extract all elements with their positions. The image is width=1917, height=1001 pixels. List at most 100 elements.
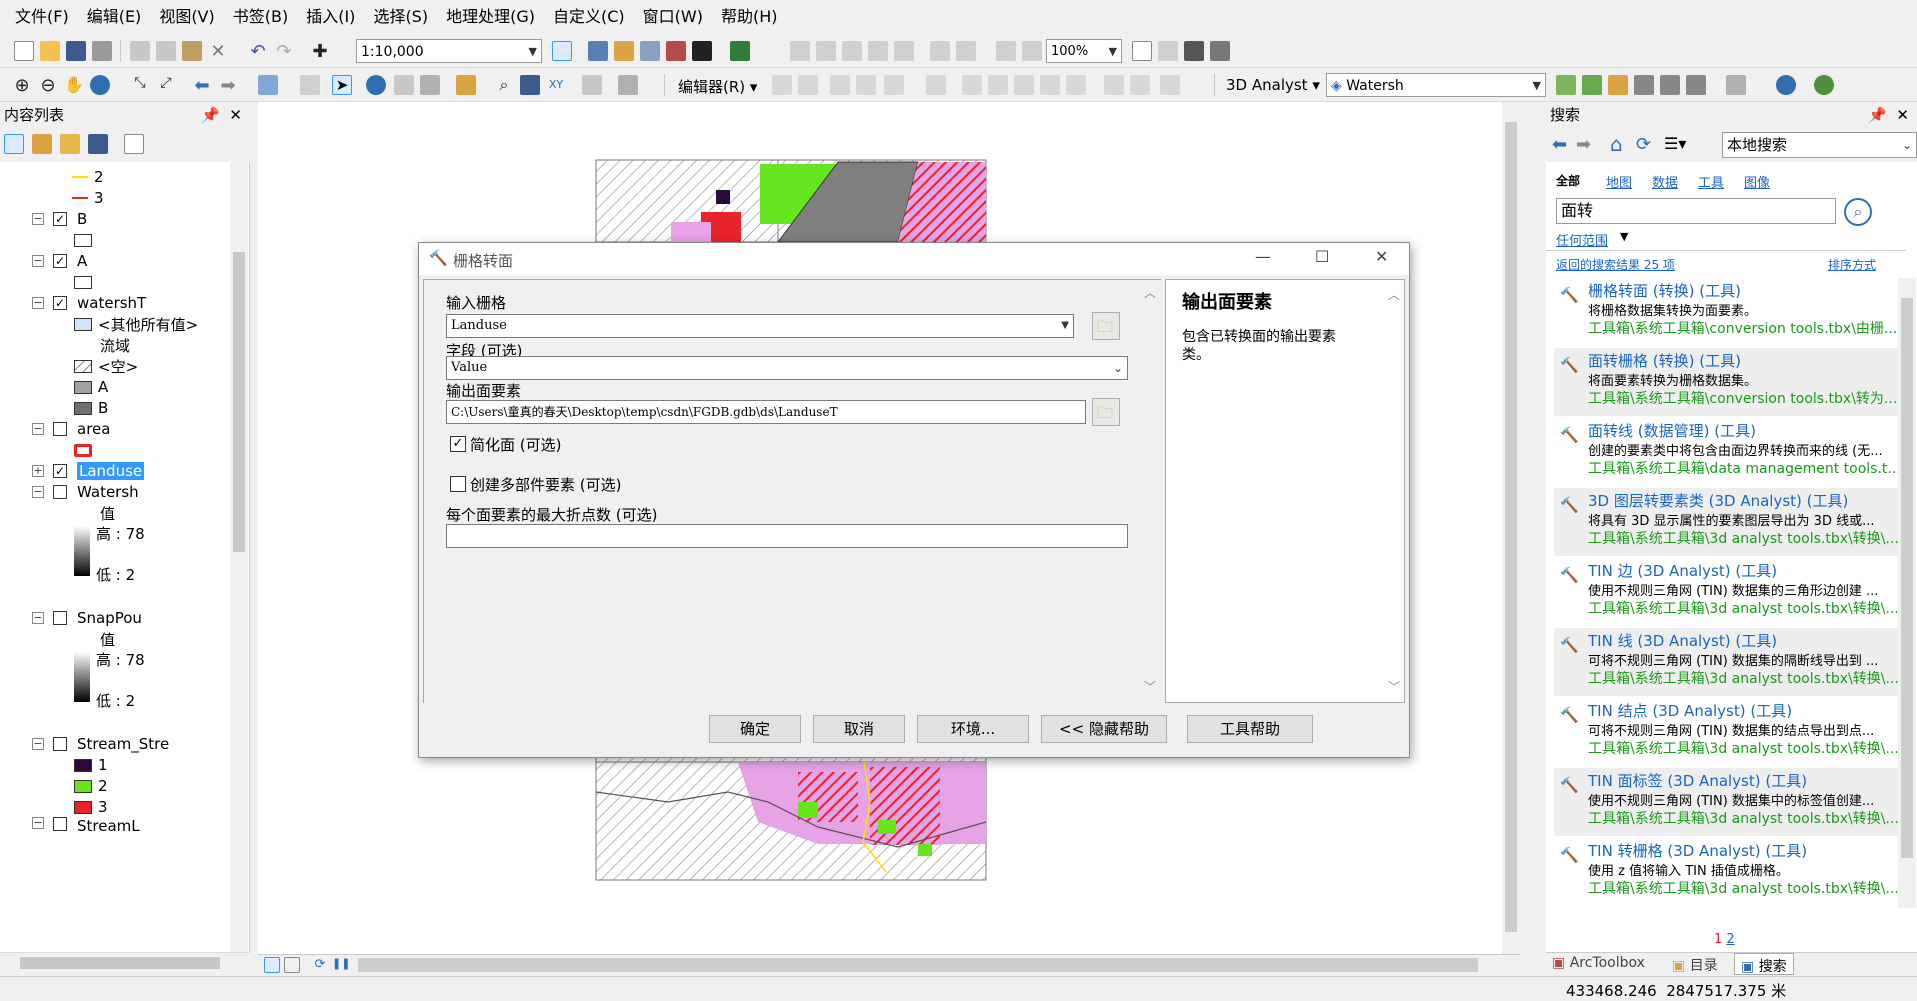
layer-visibility-checkbox[interactable]: ✓	[53, 254, 67, 268]
data-view-icon[interactable]	[264, 957, 280, 973]
back-arrow-icon[interactable]: ⬅	[192, 75, 212, 96]
layer-row[interactable]: − ✓ B	[32, 208, 87, 230]
end-point-arc-icon[interactable]	[856, 75, 876, 95]
close-icon[interactable]: ✕	[1375, 247, 1388, 266]
time-slider-icon[interactable]	[582, 75, 602, 95]
list-by-source-icon[interactable]	[32, 134, 52, 154]
layer-combobox[interactable]: ◈ Watersh ▼	[1326, 73, 1546, 97]
chevron-up-icon[interactable]: ︿	[1388, 286, 1400, 303]
results-count-link[interactable]: 返回的搜索结果 25 项	[1556, 256, 1675, 273]
tab-catalog[interactable]: ▣ 目录	[1672, 955, 1718, 975]
select-features-icon[interactable]	[258, 75, 278, 95]
attributes-icon[interactable]	[1104, 75, 1124, 95]
map-vertical-scrollbar[interactable]	[1502, 102, 1520, 954]
toc-options-icon[interactable]	[124, 134, 144, 154]
create-viewer-window-icon[interactable]	[618, 75, 638, 95]
scrollbar-thumb[interactable]	[233, 252, 245, 552]
measure-icon[interactable]	[456, 75, 476, 95]
pin-icon[interactable]: 📌	[201, 102, 220, 128]
layer-row[interactable]: − StreamL	[32, 817, 140, 831]
search-result-item[interactable]: 🔨 栅格转面 (转换) (工具) 将栅格数据集转换为面要素。 工具箱\系统工具箱\co…	[1554, 278, 1898, 346]
menu-customize[interactable]: 自定义(C)	[544, 0, 634, 34]
page-1[interactable]: 1	[1714, 932, 1722, 947]
print-icon[interactable]	[92, 41, 112, 61]
search-result-item[interactable]: 🔨 TIN 结点 (3D Analyst) (工具) 可将不规则三角网 (TIN) …	[1554, 698, 1898, 766]
table-icon[interactable]	[588, 41, 608, 61]
search-result-item[interactable]: 🔨 TIN 线 (3D Analyst) (工具) 可将不规则三角网 (TIN) 数…	[1554, 628, 1898, 696]
list-by-visibility-icon[interactable]	[60, 134, 80, 154]
arcglobe-icon[interactable]	[1814, 75, 1834, 95]
layer-visibility-checkbox[interactable]: ✓	[53, 464, 67, 478]
forward-arrow-icon[interactable]: ➡	[218, 75, 238, 96]
zoom-in-icon[interactable]: ⊕	[12, 75, 32, 96]
cut-icon[interactable]	[130, 41, 150, 61]
parameters-scrollbar[interactable]: ︿ ﹀	[1140, 280, 1160, 702]
menu-file[interactable]: 文件(F)	[6, 0, 78, 34]
fixed-zoom-in-icon[interactable]: ⤡	[130, 75, 150, 95]
options-menu-icon[interactable]: ☰▾	[1664, 134, 1686, 153]
layer-visibility-checkbox[interactable]	[53, 485, 67, 499]
new-document-icon[interactable]	[14, 41, 34, 61]
environments-button[interactable]: 环境...	[917, 715, 1029, 743]
menu-edit[interactable]: 编辑(E)	[78, 0, 151, 34]
list-by-selection-icon[interactable]	[88, 134, 108, 154]
focus-data-frame-icon[interactable]	[1158, 41, 1178, 61]
tool-help-button[interactable]: 工具帮助	[1187, 715, 1313, 743]
3d-analyst-menu-button[interactable]: 3D Analyst ▾	[1226, 76, 1320, 94]
map-horizontal-scrollbar[interactable]	[358, 958, 1478, 972]
menu-geoprocessing[interactable]: 地理处理(G)	[437, 0, 544, 34]
collapse-icon[interactable]: −	[32, 213, 44, 225]
search-result-item[interactable]: 🔨 TIN 边 (3D Analyst) (工具) 使用不规则三角网 (TIN) 数…	[1554, 558, 1898, 626]
layer-visibility-checkbox[interactable]	[53, 422, 67, 436]
arcscene-icon[interactable]	[1776, 75, 1796, 95]
select-elements-arrow-icon[interactable]: ➤	[332, 75, 352, 95]
menu-help[interactable]: 帮助(H)	[712, 0, 787, 34]
layer-row[interactable]: − area	[32, 418, 110, 440]
arctoolbox-icon[interactable]	[666, 41, 686, 61]
find-route-icon[interactable]	[520, 75, 540, 95]
scrollbar-thumb[interactable]	[20, 957, 220, 969]
undo-icon[interactable]: ↶	[248, 41, 268, 62]
interpolate-polygon-icon[interactable]	[1686, 75, 1706, 95]
straight-segment-icon[interactable]	[830, 75, 850, 95]
chevron-up-icon[interactable]: ︿	[1144, 284, 1156, 301]
any-extent-link[interactable]: 任何范围	[1556, 230, 1608, 249]
edit-tool-icon[interactable]	[772, 75, 792, 95]
browse-output-button[interactable]: 🗀	[1092, 398, 1120, 426]
search-result-item[interactable]: 🔨 TIN 转栅格 (3D Analyst) (工具) 使用 z 值将输入 TIN …	[1554, 838, 1898, 906]
collapse-icon[interactable]: −	[32, 486, 44, 498]
filter-tools[interactable]: 工具	[1698, 172, 1724, 191]
sort-by-link[interactable]: 排序方式	[1828, 256, 1876, 273]
collapse-icon[interactable]: −	[32, 817, 44, 829]
collapse-icon[interactable]: −	[32, 612, 44, 624]
chevron-down-icon[interactable]: ﹀	[1144, 678, 1156, 695]
redo-icon[interactable]: ↷	[274, 41, 294, 62]
zoom-out-fixed-icon[interactable]	[816, 41, 836, 61]
identify-icon[interactable]	[366, 75, 386, 95]
field-combobox[interactable]: Value ⌄	[446, 356, 1128, 380]
search-result-item[interactable]: 🔨 面转线 (数据管理) (工具) 创建的要素类中将包含由面边界转换而来的线 (无.…	[1554, 418, 1898, 486]
collapse-icon[interactable]: −	[32, 297, 44, 309]
layer-row[interactable]: − ✓ A	[32, 250, 87, 272]
home-icon[interactable]: ⌂	[1610, 132, 1623, 156]
pan-hand-icon[interactable]: ✋	[64, 75, 84, 95]
collapse-icon[interactable]: −	[32, 423, 44, 435]
list-by-drawing-order-icon[interactable]	[4, 134, 24, 154]
menu-view[interactable]: 视图(V)	[150, 0, 223, 34]
menu-insert[interactable]: 插入(I)	[297, 0, 364, 34]
layout-view-icon[interactable]	[284, 957, 300, 973]
browse-input-button[interactable]: 🗀	[1092, 312, 1120, 340]
search-scrollbar[interactable]	[1898, 278, 1916, 908]
catalog-icon[interactable]	[614, 41, 634, 61]
delete-icon[interactable]: ✕	[208, 41, 228, 62]
layer-row[interactable]: − Watersh	[32, 481, 139, 503]
create-features-icon[interactable]	[1160, 75, 1180, 95]
interpolate-point-icon[interactable]	[1634, 75, 1654, 95]
change-layout-icon[interactable]	[1184, 41, 1204, 61]
sketch-properties-icon[interactable]	[1130, 75, 1150, 95]
pan-layout-icon[interactable]	[842, 41, 862, 61]
chevron-down-icon[interactable]: ﹀	[1388, 678, 1400, 695]
search-scope-combobox[interactable]: 本地搜索 ⌄	[1722, 132, 1917, 158]
toc-vertical-scrollbar[interactable]	[230, 162, 248, 952]
rotate-icon[interactable]	[1066, 75, 1086, 95]
